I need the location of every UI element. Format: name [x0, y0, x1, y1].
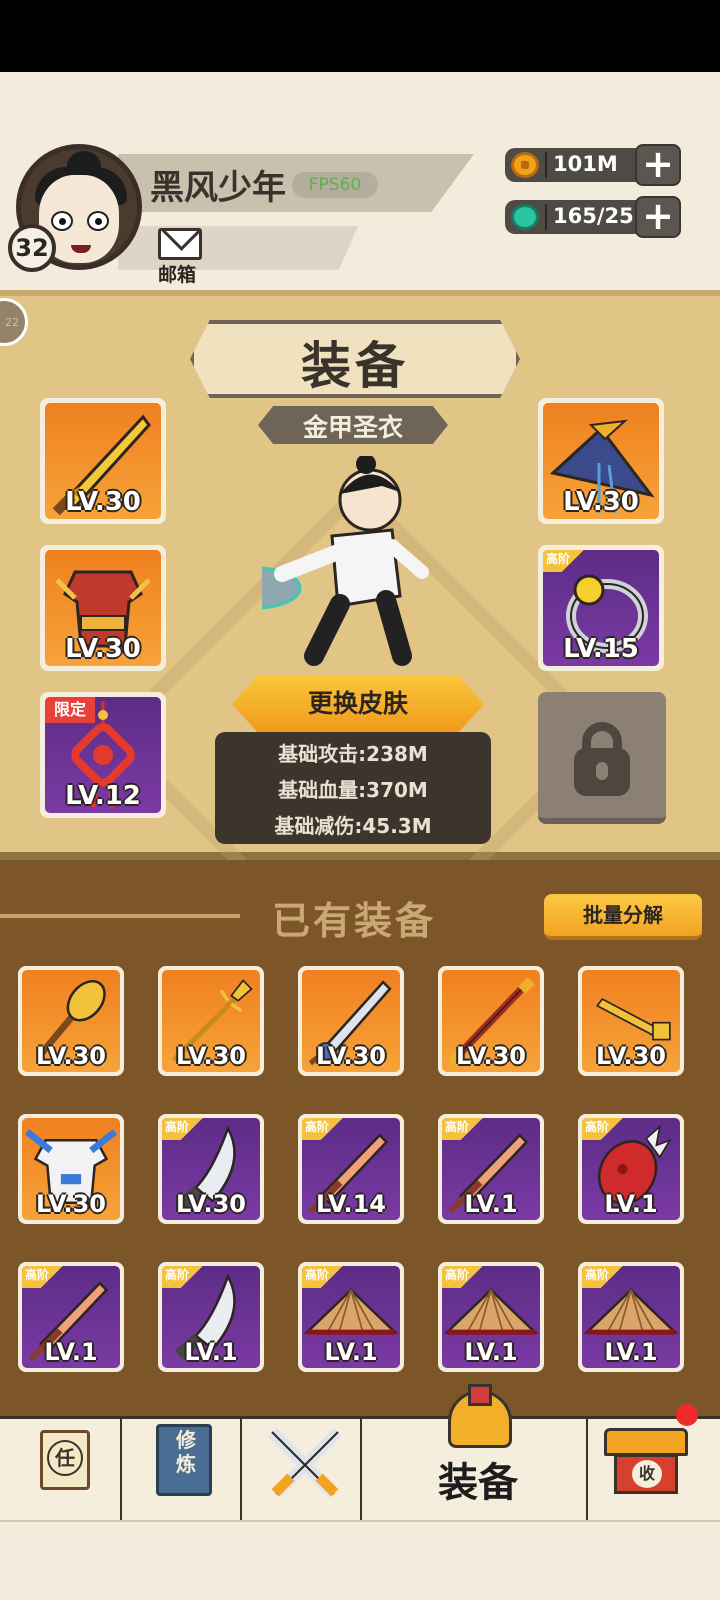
helmet-crest [468, 1384, 492, 1406]
advanced-tag: 高阶 [162, 1266, 208, 1288]
slot-level: LV.30 [65, 634, 141, 664]
outfit-name: 金甲圣衣 [302, 413, 403, 442]
player-level-badge: 32 [8, 224, 56, 272]
stat-hp: 基础血量:370M [278, 778, 428, 802]
slot-level: LV.30 [65, 487, 141, 517]
item-level: LV.1 [44, 1338, 98, 1366]
status-bar [0, 0, 720, 72]
advanced-tag: 高阶 [302, 1118, 348, 1140]
mail-icon[interactable] [158, 228, 202, 260]
advanced-tag: 高阶 [543, 550, 589, 572]
owned-item-slot[interactable]: LV.30 [438, 966, 544, 1076]
add-coin-button[interactable]: + [635, 144, 681, 186]
gem-counter: 165/25 + [505, 196, 681, 238]
item-level: LV.1 [184, 1338, 238, 1366]
locked-slot[interactable] [538, 692, 666, 824]
gem-separator [545, 204, 547, 230]
equip-slot-ring[interactable]: 高阶 LV.15 [538, 545, 664, 671]
change-skin-label[interactable]: 更换皮肤 [232, 684, 484, 720]
item-level: LV.30 [176, 1042, 246, 1070]
item-level: LV.14 [316, 1190, 386, 1218]
item-level: LV.30 [316, 1042, 386, 1070]
coin-counter: 101M + [505, 144, 681, 186]
coin-value: 101M [553, 152, 618, 176]
advanced-tag: 高阶 [162, 1118, 208, 1140]
item-level: LV.30 [456, 1042, 526, 1070]
item-level: LV.1 [604, 1338, 658, 1366]
equip-tab-label: 装备 [438, 1460, 518, 1506]
equip-slot-hat[interactable]: LV.30 [538, 398, 664, 524]
item-level: LV.30 [176, 1190, 246, 1218]
advanced-tag: 高阶 [302, 1266, 348, 1288]
owned-item-slot[interactable]: 高阶 LV.1 [438, 1114, 544, 1224]
advanced-tag: 高阶 [582, 1266, 628, 1288]
add-gem-button[interactable]: + [635, 196, 681, 238]
owned-item-slot[interactable]: LV.30 [18, 966, 124, 1076]
owned-title: 已有装备 [272, 899, 437, 943]
owned-item-slot[interactable]: 高阶 LV.1 [578, 1114, 684, 1224]
advanced-tag: 高阶 [442, 1266, 488, 1288]
item-level: LV.1 [464, 1338, 518, 1366]
owned-item-slot[interactable]: 高阶 LV.1 [438, 1262, 544, 1372]
cultivate-label: 修炼 [176, 1428, 196, 1476]
owned-item-slot[interactable]: 高阶 LV.14 [298, 1114, 404, 1224]
stat-damage-reduction: 基础减伤:45.3M [274, 814, 432, 838]
player-name: 黑风少年 [150, 168, 286, 208]
equip-slot-armor[interactable]: LV.30 [40, 545, 166, 671]
owned-item-slot[interactable]: 高阶 LV.1 [578, 1262, 684, 1372]
task-label: 任 [47, 1440, 83, 1476]
avatar-eye-left [51, 211, 73, 231]
crossed-swords-icon [267, 1427, 343, 1499]
system-nav-area [0, 1520, 720, 1600]
limited-tag: 限定 [45, 697, 95, 723]
avatar-eye-right [87, 211, 109, 231]
item-level: LV.1 [604, 1190, 658, 1218]
owned-item-slot[interactable]: LV.30 [18, 1114, 124, 1224]
base-stats-box: 基础攻击:238M 基础血量:370M 基础减伤:45.3M [215, 732, 491, 844]
advanced-tag: 高阶 [582, 1118, 628, 1140]
item-level: LV.30 [36, 1042, 106, 1070]
owned-item-slot[interactable]: LV.30 [158, 966, 264, 1076]
mail-plate [118, 226, 358, 270]
item-level: LV.30 [36, 1190, 106, 1218]
slot-level: LV.12 [65, 781, 141, 811]
notification-dot [676, 1404, 698, 1426]
coin-separator [545, 152, 547, 178]
stat-attack: 基础攻击:238M [278, 742, 428, 766]
house-icon [604, 1428, 688, 1456]
item-level: LV.30 [596, 1042, 666, 1070]
item-level: LV.1 [464, 1190, 518, 1218]
item-level: LV.1 [324, 1338, 378, 1366]
advanced-tag: 高阶 [442, 1118, 488, 1140]
mail-label[interactable]: 邮箱 [158, 260, 196, 287]
slot-level: LV.15 [563, 634, 639, 664]
slot-level: LV.30 [563, 487, 639, 517]
coin-icon [511, 152, 539, 178]
owned-item-slot[interactable]: LV.30 [578, 966, 684, 1076]
lock-keyhole [596, 762, 608, 780]
owned-item-slot[interactable]: 高阶 LV.1 [158, 1262, 264, 1372]
section-divider [0, 914, 240, 918]
equip-slot-charm[interactable]: 限定 LV.12 [40, 692, 166, 818]
owned-item-slot[interactable]: 高阶 LV.1 [298, 1262, 404, 1372]
equip-slot-weapon[interactable]: LV.30 [40, 398, 166, 524]
gem-value: 165/25 [553, 204, 634, 228]
owned-item-slot[interactable]: LV.30 [298, 966, 404, 1076]
page-title: 装备 [301, 337, 409, 395]
fps-badge: FPS60 [292, 172, 378, 198]
gem-icon [511, 204, 539, 230]
owned-item-slot[interactable]: 高阶 LV.30 [158, 1114, 264, 1224]
advanced-tag: 高阶 [22, 1266, 68, 1288]
batch-dismantle-button[interactable]: 批量分解 [544, 894, 702, 940]
collect-label: 收 [632, 1460, 662, 1488]
owned-item-slot[interactable]: 高阶 LV.1 [18, 1262, 124, 1372]
hero-character [262, 456, 429, 666]
